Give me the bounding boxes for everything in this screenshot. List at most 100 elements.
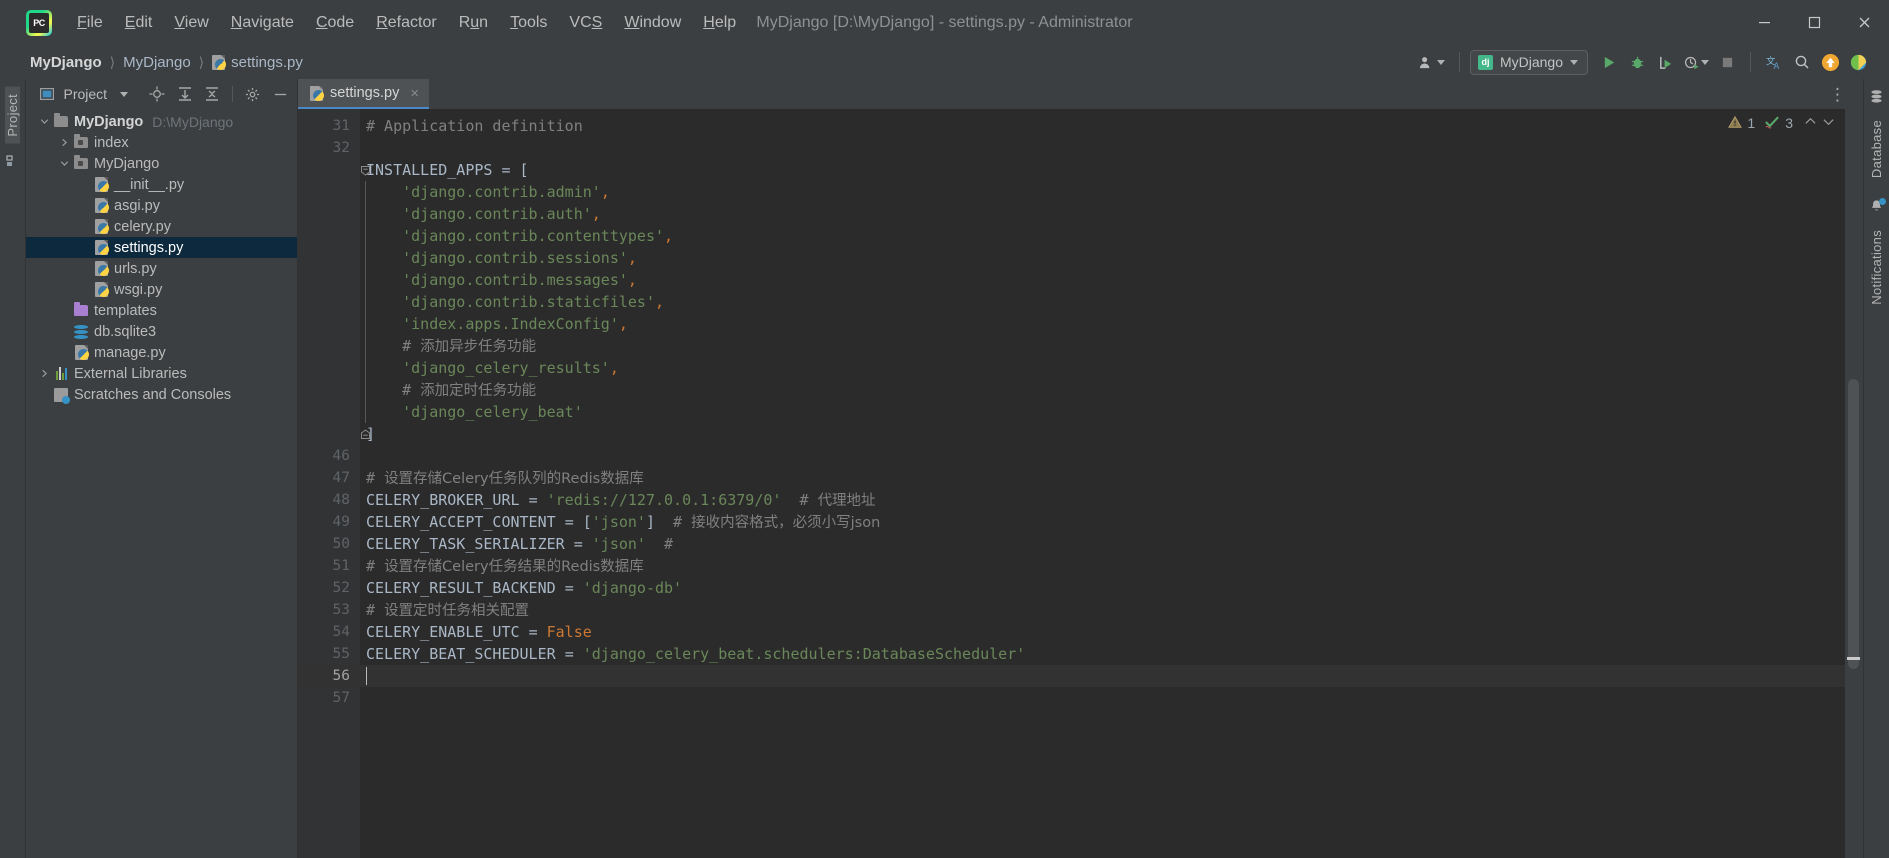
- code-line[interactable]: 'django.contrib.messages',: [360, 269, 1845, 291]
- line-number[interactable]: 49: [298, 511, 360, 533]
- inspection-widget[interactable]: 1 3: [1718, 109, 1845, 137]
- line-number[interactable]: [298, 313, 366, 335]
- line-number[interactable]: [298, 181, 366, 203]
- hide-panel-icon[interactable]: [270, 83, 291, 105]
- structure-icon[interactable]: [5, 154, 20, 173]
- collapse-all-icon[interactable]: [202, 83, 223, 105]
- user-account-icon[interactable]: [1415, 49, 1449, 75]
- code-line[interactable]: 'django.contrib.admin',: [360, 181, 1845, 203]
- line-number[interactable]: 46: [298, 445, 360, 467]
- code-line[interactable]: # 添加异步任务功能: [360, 335, 1845, 357]
- line-number[interactable]: [298, 357, 366, 379]
- tree-item-asgi-py[interactable]: asgi.py: [26, 195, 297, 216]
- code-line[interactable]: # 设置存储Celery任务结果的Redis数据库: [360, 555, 1845, 577]
- expand-all-icon[interactable]: [174, 83, 195, 105]
- chevron-down-icon[interactable]: [113, 83, 134, 105]
- line-number[interactable]: 47: [298, 467, 360, 489]
- code-content[interactable]: # Application definition INSTALLED_APPS =…: [360, 109, 1845, 858]
- run-coverage-icon[interactable]: [1652, 49, 1678, 75]
- tree-item-templates[interactable]: templates: [26, 300, 297, 321]
- code-line[interactable]: CELERY_BEAT_SCHEDULER = 'django_celery_b…: [360, 643, 1845, 665]
- code-line[interactable]: # 设置定时任务相关配置: [360, 599, 1845, 621]
- tree-item-mydjango[interactable]: MyDjango: [26, 153, 297, 174]
- line-number[interactable]: [298, 291, 366, 313]
- line-number[interactable]: 51: [298, 555, 360, 577]
- code-line[interactable]: [360, 687, 1845, 709]
- code-line[interactable]: # 设置存储Celery任务队列的Redis数据库: [360, 467, 1845, 489]
- tree-item-db-sqlite3[interactable]: db.sqlite3: [26, 321, 297, 342]
- tree-item--init-py[interactable]: __init__.py: [26, 174, 297, 195]
- code-line[interactable]: 'django.contrib.auth',: [360, 203, 1845, 225]
- menu-vcs[interactable]: VCS: [558, 11, 613, 35]
- menu-code[interactable]: Code: [305, 11, 365, 35]
- search-everywhere-icon[interactable]: [1789, 49, 1815, 75]
- chevron-down-icon[interactable]: [1822, 115, 1835, 131]
- tool-window-button-notifications[interactable]: Notifications: [1869, 223, 1884, 312]
- scrollbar-thumb[interactable]: [1848, 379, 1859, 669]
- more-actions-icon[interactable]: ⋮: [1823, 86, 1853, 103]
- editor-scrollbar[interactable]: [1845, 109, 1863, 858]
- tool-window-button-database[interactable]: Database: [1869, 113, 1884, 185]
- stop-icon[interactable]: [1714, 49, 1740, 75]
- code-line[interactable]: [360, 137, 1845, 159]
- code-line[interactable]: 'django_celery_beat': [360, 401, 1845, 423]
- code-line[interactable]: [360, 445, 1845, 467]
- menu-file[interactable]: File: [66, 11, 114, 35]
- line-number[interactable]: 31: [298, 115, 360, 137]
- breadcrumb-item-file[interactable]: settings.py: [208, 52, 307, 73]
- line-number[interactable]: [298, 269, 366, 291]
- code-line[interactable]: 'django.contrib.sessions',: [360, 247, 1845, 269]
- menu-view[interactable]: View: [163, 11, 219, 35]
- code-line[interactable]: CELERY_ACCEPT_CONTENT = ['json'] # 接收内容格…: [360, 511, 1845, 533]
- line-number[interactable]: [298, 401, 366, 423]
- tree-item-celery-py[interactable]: celery.py: [26, 216, 297, 237]
- line-number[interactable]: 57: [298, 687, 360, 709]
- tool-window-button-project[interactable]: Project: [5, 87, 20, 144]
- menu-run[interactable]: Run: [448, 11, 499, 35]
- line-number[interactable]: [298, 247, 366, 269]
- tree-item-scratches-and-consoles[interactable]: Scratches and Consoles: [26, 384, 297, 405]
- tree-item-mydjango[interactable]: MyDjango D:\MyDjango: [26, 111, 297, 132]
- minimize-button[interactable]: [1739, 0, 1789, 45]
- translate-icon[interactable]: 文A: [1761, 49, 1787, 75]
- tree-item-external-libraries[interactable]: External Libraries: [26, 363, 297, 384]
- menu-navigate[interactable]: Navigate: [220, 11, 305, 35]
- line-number-gutter[interactable]: 31 32 46 47 48 49 50 51 52 53 54 55 56 57: [298, 109, 370, 858]
- line-number[interactable]: 52: [298, 577, 360, 599]
- line-number[interactable]: 50: [298, 533, 360, 555]
- update-icon[interactable]: [1817, 49, 1843, 75]
- line-number[interactable]: [298, 379, 366, 401]
- breadcrumb-item-project[interactable]: MyDjango: [26, 52, 106, 73]
- ide-feature-icon[interactable]: [1845, 49, 1871, 75]
- code-line[interactable]: INSTALLED_APPS = [: [360, 159, 1845, 181]
- debug-icon[interactable]: [1624, 49, 1650, 75]
- code-line[interactable]: CELERY_ENABLE_UTC = False: [360, 621, 1845, 643]
- locate-icon[interactable]: [147, 83, 168, 105]
- tree-item-settings-py[interactable]: settings.py: [26, 237, 297, 258]
- breadcrumb-item-package[interactable]: MyDjango: [119, 52, 195, 73]
- code-line[interactable]: 'index.apps.IndexConfig',: [360, 313, 1845, 335]
- line-number[interactable]: 32: [298, 137, 360, 159]
- close-button[interactable]: [1839, 0, 1889, 45]
- code-line[interactable]: [360, 665, 1845, 687]
- line-number[interactable]: 55: [298, 643, 360, 665]
- tree-item-urls-py[interactable]: urls.py: [26, 258, 297, 279]
- tree-item-manage-py[interactable]: manage.py: [26, 342, 297, 363]
- line-number[interactable]: [298, 159, 370, 181]
- code-line[interactable]: CELERY_TASK_SERIALIZER = 'json' #: [360, 533, 1845, 555]
- code-line[interactable]: # Application definition: [360, 115, 1845, 137]
- code-line[interactable]: # 添加定时任务功能: [360, 379, 1845, 401]
- maximize-button[interactable]: [1789, 0, 1839, 45]
- project-tree[interactable]: MyDjango D:\MyDjango index MyDjango __init__…: [26, 109, 297, 858]
- menu-refactor[interactable]: Refactor: [365, 11, 447, 35]
- chevron-right-icon[interactable]: [36, 368, 52, 379]
- line-number[interactable]: 56: [298, 665, 360, 687]
- profile-icon[interactable]: [1680, 49, 1712, 75]
- line-number[interactable]: [298, 335, 366, 357]
- code-line[interactable]: CELERY_RESULT_BACKEND = 'django-db': [360, 577, 1845, 599]
- chevron-up-icon[interactable]: [1804, 115, 1817, 131]
- close-icon[interactable]: ×: [410, 85, 419, 102]
- line-number[interactable]: [298, 225, 366, 247]
- chevron-down-icon[interactable]: [56, 158, 72, 169]
- line-number[interactable]: 54: [298, 621, 360, 643]
